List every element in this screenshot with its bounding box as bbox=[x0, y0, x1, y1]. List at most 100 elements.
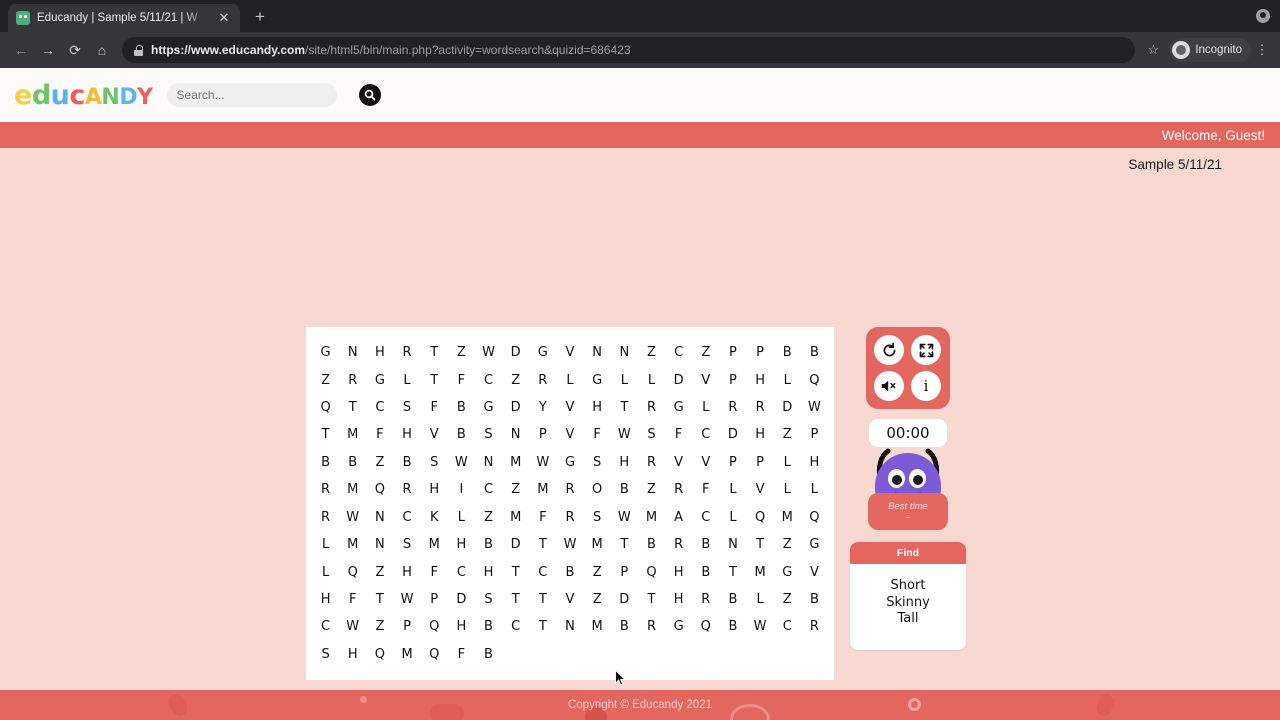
grid-letter[interactable]: H bbox=[747, 421, 774, 448]
grid-letter[interactable]: R bbox=[339, 366, 366, 393]
grid-letter[interactable]: T bbox=[529, 586, 556, 613]
grid-letter[interactable]: T bbox=[421, 366, 448, 393]
grid-letter[interactable]: W bbox=[339, 503, 366, 530]
grid-letter[interactable]: T bbox=[312, 421, 339, 448]
grid-letter[interactable]: Z bbox=[774, 531, 801, 558]
grid-letter[interactable]: P bbox=[719, 339, 746, 366]
info-button[interactable]: i bbox=[911, 371, 941, 401]
grid-letter[interactable]: A bbox=[665, 503, 692, 530]
grid-letter[interactable]: T bbox=[611, 531, 638, 558]
grid-letter[interactable]: H bbox=[366, 339, 393, 366]
grid-letter[interactable]: M bbox=[393, 641, 420, 668]
grid-letter[interactable]: H bbox=[665, 558, 692, 585]
grid-letter[interactable]: G bbox=[665, 394, 692, 421]
grid-letter[interactable]: B bbox=[475, 641, 502, 668]
grid-letter[interactable]: N bbox=[556, 613, 583, 640]
grid-letter[interactable]: G bbox=[774, 558, 801, 585]
grid-letter[interactable]: S bbox=[312, 641, 339, 668]
grid-letter[interactable]: C bbox=[448, 558, 475, 585]
grid-letter[interactable]: Q bbox=[366, 641, 393, 668]
grid-letter[interactable]: W bbox=[801, 394, 828, 421]
grid-letter[interactable]: G bbox=[556, 449, 583, 476]
grid-letter[interactable]: F bbox=[448, 366, 475, 393]
grid-letter[interactable]: Z bbox=[366, 449, 393, 476]
search-box[interactable] bbox=[166, 83, 337, 107]
window-profile-icon[interactable] bbox=[1256, 9, 1270, 23]
grid-letter[interactable]: P bbox=[393, 613, 420, 640]
grid-letter[interactable]: Q bbox=[747, 503, 774, 530]
grid-letter[interactable]: B bbox=[339, 449, 366, 476]
grid-letter[interactable]: T bbox=[421, 339, 448, 366]
grid-letter[interactable]: V bbox=[747, 476, 774, 503]
grid-letter[interactable]: T bbox=[502, 558, 529, 585]
grid-letter[interactable]: Z bbox=[502, 476, 529, 503]
grid-letter[interactable]: T bbox=[529, 613, 556, 640]
grid-letter[interactable]: R bbox=[747, 394, 774, 421]
search-button[interactable] bbox=[358, 84, 381, 106]
chrome-menu-icon[interactable]: ⋮ bbox=[1252, 42, 1272, 58]
educandy-logo[interactable]: educANDY bbox=[14, 82, 153, 109]
grid-letter[interactable]: R bbox=[312, 476, 339, 503]
grid-letter[interactable]: P bbox=[747, 339, 774, 366]
grid-letter[interactable]: P bbox=[719, 366, 746, 393]
close-tab-icon[interactable]: ✕ bbox=[216, 10, 232, 26]
grid-letter[interactable]: V bbox=[421, 421, 448, 448]
grid-letter[interactable]: B bbox=[393, 449, 420, 476]
grid-letter[interactable]: B bbox=[611, 476, 638, 503]
grid-letter[interactable]: D bbox=[611, 586, 638, 613]
grid-letter[interactable]: M bbox=[502, 503, 529, 530]
grid-letter[interactable]: N bbox=[366, 503, 393, 530]
grid-letter[interactable]: L bbox=[611, 366, 638, 393]
restart-button[interactable] bbox=[874, 335, 904, 365]
grid-letter[interactable]: L bbox=[774, 366, 801, 393]
grid-letter[interactable]: W bbox=[556, 531, 583, 558]
grid-letter[interactable]: T bbox=[638, 586, 665, 613]
grid-letter[interactable]: T bbox=[747, 531, 774, 558]
grid-letter[interactable]: D bbox=[502, 339, 529, 366]
reload-button[interactable]: ⟳ bbox=[62, 37, 88, 63]
grid-letter[interactable]: M bbox=[339, 476, 366, 503]
browser-tab[interactable]: Educandy | Sample 5/11/21 | W ✕ bbox=[8, 4, 240, 32]
grid-letter[interactable]: C bbox=[665, 339, 692, 366]
grid-letter[interactable]: Q bbox=[339, 558, 366, 585]
grid-letter[interactable]: N bbox=[366, 531, 393, 558]
grid-letter[interactable]: H bbox=[611, 449, 638, 476]
grid-letter[interactable]: C bbox=[312, 613, 339, 640]
grid-letter[interactable]: C bbox=[529, 558, 556, 585]
grid-letter[interactable]: C bbox=[475, 366, 502, 393]
grid-letter[interactable]: W bbox=[448, 449, 475, 476]
grid-letter[interactable]: D bbox=[774, 394, 801, 421]
grid-letter[interactable]: S bbox=[584, 449, 611, 476]
bookmark-star-icon[interactable]: ☆ bbox=[1142, 42, 1164, 58]
grid-letter[interactable]: W bbox=[393, 586, 420, 613]
grid-letter[interactable]: P bbox=[719, 449, 746, 476]
grid-letter[interactable]: S bbox=[638, 421, 665, 448]
grid-letter[interactable]: V bbox=[556, 421, 583, 448]
grid-letter[interactable]: Z bbox=[774, 421, 801, 448]
grid-letter[interactable]: V bbox=[692, 366, 719, 393]
grid-letter[interactable]: H bbox=[801, 449, 828, 476]
home-button[interactable]: ⌂ bbox=[89, 37, 115, 63]
grid-letter[interactable]: B bbox=[475, 613, 502, 640]
grid-letter[interactable]: L bbox=[312, 558, 339, 585]
grid-letter[interactable]: Q bbox=[801, 503, 828, 530]
grid-letter[interactable]: V bbox=[556, 586, 583, 613]
new-tab-button[interactable]: + bbox=[246, 4, 274, 32]
grid-letter[interactable]: B bbox=[719, 586, 746, 613]
grid-letter[interactable]: L bbox=[312, 531, 339, 558]
grid-letter[interactable]: G bbox=[366, 366, 393, 393]
grid-letter[interactable]: B bbox=[692, 558, 719, 585]
grid-letter[interactable]: P bbox=[529, 421, 556, 448]
fullscreen-button[interactable] bbox=[911, 335, 941, 365]
grid-letter[interactable]: R bbox=[638, 449, 665, 476]
grid-letter[interactable]: W bbox=[475, 339, 502, 366]
grid-letter[interactable]: P bbox=[747, 449, 774, 476]
grid-letter[interactable]: B bbox=[448, 394, 475, 421]
grid-letter[interactable]: B bbox=[312, 449, 339, 476]
grid-letter[interactable]: F bbox=[665, 421, 692, 448]
grid-letter[interactable]: T bbox=[502, 586, 529, 613]
grid-letter[interactable]: F bbox=[366, 421, 393, 448]
grid-letter[interactable]: T bbox=[339, 394, 366, 421]
grid-letter[interactable]: R bbox=[638, 394, 665, 421]
grid-letter[interactable]: S bbox=[584, 503, 611, 530]
